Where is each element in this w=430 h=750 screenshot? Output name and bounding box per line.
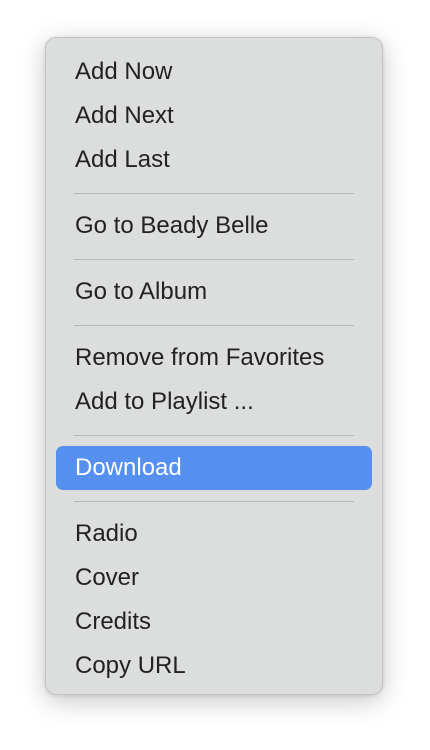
menu-separator <box>74 248 354 270</box>
menu-item-add-last[interactable]: Add Last <box>56 138 372 182</box>
menu-separator <box>74 314 354 336</box>
menu-separator <box>74 424 354 446</box>
menu-item-add-now[interactable]: Add Now <box>56 50 372 94</box>
menu-separator <box>74 490 354 512</box>
menu-item-cover[interactable]: Cover <box>56 556 372 600</box>
menu-item-add-next[interactable]: Add Next <box>56 94 372 138</box>
menu-item-download[interactable]: Download <box>56 446 372 490</box>
menu-item-add-to-playlist[interactable]: Add to Playlist ... <box>56 380 372 424</box>
menu-separator <box>74 182 354 204</box>
context-menu: Add Now Add Next Add Last Go to Beady Be… <box>45 37 383 695</box>
menu-item-remove-from-favorites[interactable]: Remove from Favorites <box>56 336 372 380</box>
menu-item-radio[interactable]: Radio <box>56 512 372 556</box>
menu-item-go-to-album[interactable]: Go to Album <box>56 270 372 314</box>
menu-item-credits[interactable]: Credits <box>56 600 372 644</box>
menu-item-copy-url[interactable]: Copy URL <box>56 644 372 688</box>
menu-item-go-to-artist[interactable]: Go to Beady Belle <box>56 204 372 248</box>
